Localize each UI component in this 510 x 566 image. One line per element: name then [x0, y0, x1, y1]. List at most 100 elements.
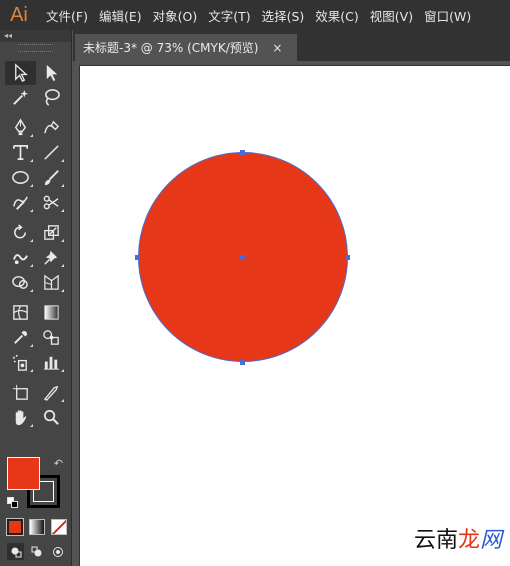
type-t-icon	[12, 144, 29, 161]
shape-builder-tool[interactable]	[5, 271, 36, 295]
artboard-tool[interactable]	[5, 381, 36, 405]
gradient-icon	[44, 305, 59, 320]
menu-bar: Ai 文件(F) 编辑(E) 对象(O) 文字(T) 选择(S) 效果(C) 视…	[0, 0, 510, 30]
panel-grip[interactable]	[18, 44, 53, 52]
ellipse-tool[interactable]	[5, 166, 36, 190]
direct-selection-arrow-icon	[46, 64, 58, 82]
zoom-magnifier-icon	[43, 409, 59, 425]
puppet-warp-icon	[12, 254, 28, 265]
anchor-point-left[interactable]	[135, 255, 140, 260]
document-tab-title: 未标题-3* @ 73% (CMYK/预览)	[83, 41, 259, 55]
menu-window[interactable]: 窗口(W)	[424, 6, 471, 25]
paintbrush-tool[interactable]	[36, 166, 67, 190]
blend-icon	[43, 330, 59, 345]
anchor-point-top[interactable]	[240, 150, 245, 155]
scale-icon	[44, 225, 59, 240]
selection-tool[interactable]	[5, 60, 36, 85]
perspective-grid-tool[interactable]	[36, 271, 67, 295]
perspective-grid-icon	[44, 274, 59, 290]
swap-fill-stroke-icon[interactable]: ↶	[54, 457, 63, 470]
rotate-tool[interactable]	[5, 221, 36, 245]
selection-arrow-icon	[15, 63, 28, 82]
shape-builder-icon	[12, 276, 28, 289]
scissors-tool[interactable]	[36, 191, 67, 215]
document-area: 未标题-3* @ 73% (CMYK/预览) × 云南龙网	[73, 30, 510, 566]
menu-file[interactable]: 文件(F)	[46, 6, 88, 25]
artboard-canvas[interactable]: 云南龙网	[79, 65, 510, 566]
watermark-part-2: 龙	[457, 528, 480, 553]
tools-panel: ◂◂ ↶	[0, 30, 72, 566]
scale-tool[interactable]	[36, 221, 67, 245]
pin-icon	[44, 250, 58, 265]
column-graph-icon	[43, 356, 60, 370]
lasso-tool[interactable]	[36, 86, 67, 110]
center-point	[240, 255, 245, 260]
pin-tool[interactable]	[36, 246, 67, 270]
menu-object[interactable]: 对象(O)	[153, 6, 198, 25]
draw-behind-icon	[31, 546, 41, 556]
anchor-point-bottom[interactable]	[240, 360, 245, 365]
mesh-tool[interactable]	[5, 301, 36, 325]
direct-selection-tool[interactable]	[36, 61, 67, 85]
draw-normal-button[interactable]	[7, 543, 24, 560]
rotate-icon	[14, 224, 27, 239]
hand-tool[interactable]	[5, 406, 36, 430]
watermark: 云南龙网	[414, 522, 502, 554]
mesh-icon	[13, 305, 28, 320]
paintbrush-icon	[44, 170, 59, 186]
draw-inside-button[interactable]	[49, 543, 66, 560]
magic-wand-tool[interactable]	[5, 86, 36, 110]
fill-swatch[interactable]	[7, 457, 40, 490]
color-mode-button[interactable]	[6, 518, 24, 536]
column-graph-tool[interactable]	[36, 351, 67, 375]
blend-tool[interactable]	[36, 326, 67, 350]
panel-collapse-button[interactable]: ◂◂	[0, 30, 71, 42]
none-mode-button[interactable]	[51, 519, 67, 535]
slice-tool[interactable]	[36, 381, 67, 405]
line-segment-tool[interactable]	[36, 141, 67, 165]
artboard-icon	[12, 384, 28, 400]
app-logo: Ai	[10, 3, 28, 26]
watermark-part-3: 网	[479, 528, 502, 553]
lasso-icon	[45, 89, 60, 106]
symbol-sprayer-icon	[12, 354, 27, 371]
scissors-icon	[43, 195, 59, 210]
document-tab-bar: 未标题-3* @ 73% (CMYK/预览) ×	[73, 30, 510, 61]
menu-select[interactable]: 选择(S)	[262, 6, 305, 25]
curvature-tool[interactable]	[36, 116, 67, 140]
eyedropper-icon	[14, 330, 28, 344]
tool-grid	[5, 60, 67, 430]
document-tab[interactable]: 未标题-3* @ 73% (CMYK/预览) ×	[75, 34, 297, 61]
anchor-point-right[interactable]	[345, 255, 350, 260]
ellipse-icon	[12, 171, 29, 184]
color-mode-buttons	[6, 518, 67, 536]
default-fill-stroke-icon[interactable]	[7, 497, 19, 509]
menu-effect[interactable]: 效果(C)	[315, 6, 358, 25]
curvature-pen-icon	[44, 120, 60, 134]
close-icon[interactable]: ×	[272, 41, 282, 55]
draw-inside-icon	[52, 546, 63, 557]
pen-tool[interactable]	[5, 116, 36, 140]
slice-knife-icon	[43, 385, 59, 401]
symbol-sprayer-tool[interactable]	[5, 351, 36, 375]
puppet-warp-tool[interactable]	[5, 246, 36, 270]
gradient-mode-button[interactable]	[29, 519, 45, 535]
magic-wand-icon	[13, 89, 29, 105]
zoom-tool[interactable]	[36, 406, 67, 430]
line-segment-icon	[44, 145, 59, 160]
type-tool[interactable]	[5, 141, 36, 165]
shaper-tool[interactable]	[5, 191, 36, 215]
menu-view[interactable]: 视图(V)	[370, 6, 413, 25]
draw-normal-icon	[11, 547, 21, 557]
shaper-icon	[13, 196, 28, 210]
fill-stroke-swatches: ↶	[7, 457, 63, 509]
menu-edit[interactable]: 编辑(E)	[99, 6, 142, 25]
pen-nib-icon	[14, 118, 27, 136]
drawing-mode-buttons	[7, 543, 66, 560]
hand-icon	[15, 410, 27, 426]
draw-behind-button[interactable]	[28, 543, 45, 560]
watermark-part-1: 云南	[413, 528, 458, 553]
eyedropper-tool[interactable]	[5, 326, 36, 350]
menu-type[interactable]: 文字(T)	[208, 6, 250, 25]
gradient-tool[interactable]	[36, 301, 67, 325]
